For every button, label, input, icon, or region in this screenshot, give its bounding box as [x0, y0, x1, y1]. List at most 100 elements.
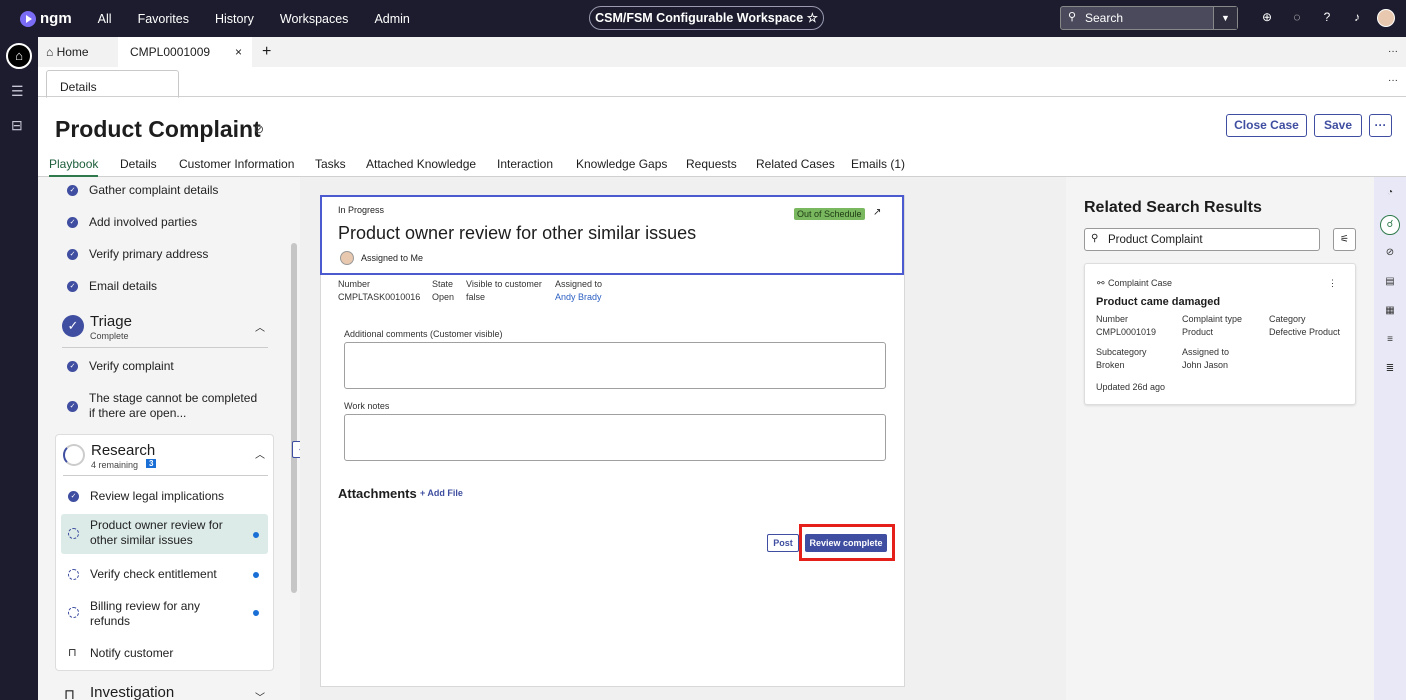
tab-related-cases[interactable]: Related Cases — [756, 157, 835, 171]
subtab-details[interactable]: Details — [46, 70, 179, 98]
bell-icon[interactable]: ♪ — [1342, 10, 1372, 24]
activity-review-legal[interactable]: Review legal implications — [90, 489, 224, 504]
pending-activity-icon — [68, 528, 79, 539]
post-button[interactable]: Post — [767, 534, 799, 552]
activity-billing-review[interactable]: Billing review for any refunds — [90, 599, 220, 629]
related-search-input[interactable]: ⚲ Product Complaint — [1084, 228, 1320, 251]
tab-customer-information[interactable]: Customer Information — [179, 157, 294, 171]
activity-stage-rule[interactable]: The stage cannot be completed if there a… — [89, 391, 259, 421]
filter-settings-icon[interactable]: ⚟ — [1333, 228, 1356, 251]
highlight-box — [799, 524, 895, 561]
playbook-pane: ✓ Gather complaint details ✓ Add involve… — [38, 177, 300, 700]
result-category-label: Category — [1269, 314, 1306, 324]
tab-playbook[interactable]: Playbook — [49, 157, 99, 177]
tab-emails[interactable]: Emails (1) — [851, 157, 905, 171]
activity-email-details[interactable]: Email details — [89, 279, 157, 294]
result-assigned-value: John Jason — [1182, 360, 1229, 370]
add-file-link[interactable]: + Add File — [420, 488, 463, 498]
workspace-button[interactable]: CSM/FSM Configurable Workspace ☆ — [589, 6, 824, 30]
help-icon[interactable]: ? — [1312, 10, 1342, 24]
field-number-value: CMPLTASK0010016 — [338, 292, 421, 302]
tabs-more-icon[interactable]: ··· — [1380, 37, 1406, 67]
file-icon[interactable]: ▦ — [1383, 305, 1397, 316]
logo-icon — [20, 10, 36, 27]
activity-add-parties[interactable]: Add involved parties — [89, 215, 197, 230]
activity-notify-customer[interactable]: Notify customer — [90, 646, 173, 661]
divider — [62, 347, 268, 348]
close-tab-icon[interactable]: × — [235, 37, 242, 67]
stage-research-status: 4 remaining — [91, 460, 139, 470]
list-icon[interactable]: ≡ — [1383, 334, 1397, 345]
top-bar: ngm All Favorites History Workspaces Adm… — [0, 0, 1406, 37]
result-title[interactable]: Product came damaged — [1096, 296, 1220, 308]
chat-icon[interactable]: ◌ — [1282, 10, 1312, 24]
user-avatar[interactable] — [1377, 9, 1395, 27]
chevron-down-icon[interactable]: ﹀ — [255, 689, 265, 700]
activity-product-owner-review[interactable]: Product owner review for other similar i… — [90, 518, 240, 548]
tab-requests[interactable]: Requests — [686, 157, 737, 171]
subtabs-more-icon[interactable]: ··· — [1388, 75, 1398, 86]
context-side-rail: ◔ ☌ ⊘ ▤ ▦ ≡ ≣ — [1374, 177, 1406, 700]
search-dropdown-icon[interactable]: ▼ — [1213, 7, 1237, 29]
activity-verify-address[interactable]: Verify primary address — [89, 247, 208, 262]
tab-record[interactable]: CMPL0001009 × — [118, 37, 252, 67]
tab-attached-knowledge[interactable]: Attached Knowledge — [366, 157, 476, 171]
worknotes-field[interactable] — [344, 414, 886, 461]
result-category-value: Defective Product — [1269, 327, 1341, 337]
card-menu-icon[interactable]: ⋮ — [1328, 278, 1337, 289]
external-link-icon[interactable]: ↗ — [873, 207, 881, 218]
playbook-scrollbar[interactable] — [291, 243, 297, 593]
comments-field[interactable] — [344, 342, 886, 389]
activity-verify-entitlement[interactable]: Verify check entitlement — [90, 567, 217, 582]
inbox-icon[interactable]: ⊟ — [11, 117, 23, 134]
field-visible-label: Visible to customer — [466, 279, 542, 289]
nav-all[interactable]: All — [98, 12, 112, 26]
close-case-button[interactable]: Close Case — [1226, 114, 1307, 137]
chevron-up-icon[interactable]: ︿ — [255, 446, 265, 461]
nav-workspaces[interactable]: Workspaces — [280, 12, 349, 26]
result-number-label: Number — [1096, 314, 1129, 324]
stage-research-title[interactable]: Research — [91, 442, 155, 459]
star-icon[interactable]: ☆ — [807, 11, 818, 25]
related-result-card[interactable]: ⚯ Complaint Case ⋮ Product came damaged … — [1084, 263, 1356, 405]
document-icon[interactable]: ▤ — [1383, 276, 1397, 287]
complete-check-icon: ✓ — [67, 185, 78, 196]
related-query: Product Complaint — [1108, 234, 1203, 246]
dashboard-icon[interactable]: ◔ — [1383, 187, 1397, 198]
task-assigned: Assigned to Me — [361, 253, 424, 263]
stage-triage-title[interactable]: Triage — [90, 313, 132, 330]
chevron-up-icon[interactable]: ︿ — [255, 319, 265, 334]
details-icon[interactable]: ≣ — [1383, 363, 1397, 374]
tab-interaction[interactable]: Interaction — [497, 157, 553, 171]
field-assigned-value[interactable]: Andy Brady — [555, 292, 602, 302]
nav-admin[interactable]: Admin — [374, 12, 409, 26]
add-tab-button[interactable]: + — [254, 37, 279, 67]
home-icon[interactable]: ⌂ — [6, 43, 32, 69]
tab-details[interactable]: Details — [120, 157, 157, 171]
global-search[interactable]: ⚲ Search ▼ — [1060, 6, 1238, 30]
list-icon[interactable]: ☰ — [11, 83, 24, 100]
tab-home[interactable]: ⌂ Home — [38, 37, 97, 67]
case-type-icon: ⚯ — [1097, 278, 1105, 288]
knowledge-icon[interactable]: ☌ — [1380, 215, 1400, 235]
attachment-icon[interactable]: ⊘ — [1383, 247, 1397, 258]
stage-investigation-title[interactable]: Investigation — [90, 684, 174, 700]
task-title: Product owner review for other similar i… — [338, 223, 697, 243]
more-actions-button[interactable]: ··· — [1369, 114, 1392, 137]
field-state-label: State — [432, 279, 454, 289]
unread-dot-icon — [253, 610, 259, 616]
save-button[interactable]: Save — [1314, 114, 1362, 137]
tab-knowledge-gaps[interactable]: Knowledge Gaps — [576, 157, 667, 171]
related-title: Related Search Results — [1084, 199, 1262, 216]
in-progress-icon — [63, 444, 85, 466]
globe-icon[interactable]: ⊕ — [1252, 10, 1282, 24]
divider — [63, 475, 268, 476]
comments-label: Additional comments (Customer visible) — [344, 329, 503, 339]
nav-favorites[interactable]: Favorites — [138, 12, 189, 26]
activity-gather-details[interactable]: Gather complaint details — [89, 183, 218, 198]
brand-logo[interactable]: ngm — [20, 10, 72, 27]
nav-history[interactable]: History — [215, 12, 254, 26]
activity-verify-complaint[interactable]: Verify complaint — [89, 359, 174, 374]
tag-icon[interactable]: ⊘ — [254, 122, 264, 136]
tab-tasks[interactable]: Tasks — [315, 157, 346, 171]
